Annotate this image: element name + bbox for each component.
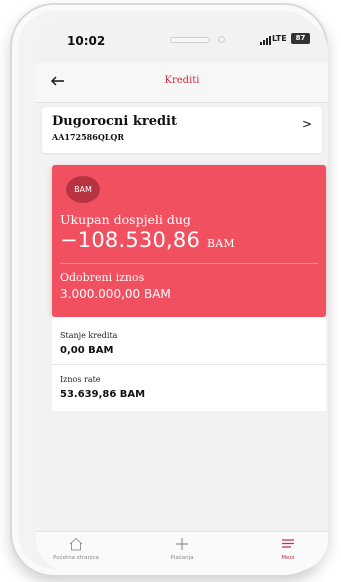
bottom-tab-bar: Početna stranica Plaćanja Meni [36,531,328,571]
loan-balance-value: 0,00 BAM [60,345,114,356]
tab-menu-label: Meni [281,555,295,561]
loan-summary-card: BAM Ukupan dospjeli dug −108.530,86 BAM … [52,165,326,317]
tab-payments-label: Plaćanja [170,555,194,561]
loan-account-row[interactable]: Dugorocni kredit AA172586QLQR > [42,107,322,153]
approved-amount-value: 3.000.000,00 BAM [60,287,171,301]
signal-icon [260,36,271,45]
loan-balance-label: Stanje kredita [60,331,118,340]
total-due-value: −108.530,86 [60,228,201,252]
plus-icon [176,538,188,550]
chevron-right-icon: > [301,117,312,131]
status-bar: 10:02 LTE 87 [36,19,328,59]
installment-value: 53.639,86 BAM [60,389,146,400]
app-screen: 10:02 LTE 87 Krediti Dugorocni kredit AA… [36,19,328,571]
battery-icon: 87 [291,33,310,44]
home-icon [69,537,83,551]
currency-badge: BAM [66,176,100,203]
front-camera [218,36,225,43]
tab-menu[interactable]: Meni [248,536,328,561]
details-divider [52,364,326,365]
menu-icon [282,539,294,548]
network-type: LTE [272,34,287,43]
speaker-grille [170,37,210,43]
loan-details: Stanje kredita 0,00 BAM Iznos rate 53.63… [52,317,326,411]
approved-amount-label: Odobreni iznos [60,271,145,284]
total-due-label: Ukupan dospjeli dug [60,212,191,227]
loan-account-number: AA172586QLQR [52,132,125,142]
tab-payments[interactable]: Plaćanja [142,536,222,561]
card-divider [60,263,318,264]
loan-name: Dugorocni kredit [52,114,177,129]
page-title: Krediti [164,75,200,86]
status-time: 10:02 [67,34,106,48]
total-due-amount: −108.530,86 BAM [60,228,235,252]
tab-home-label: Početna stranica [53,555,99,561]
phone-frame: 10:02 LTE 87 Krediti Dugorocni kredit AA… [10,3,328,577]
total-due-currency: BAM [206,237,235,250]
navigation-bar: Krediti [36,63,328,103]
installment-label: Iznos rate [60,375,101,384]
tab-home[interactable]: Početna stranica [36,536,116,561]
